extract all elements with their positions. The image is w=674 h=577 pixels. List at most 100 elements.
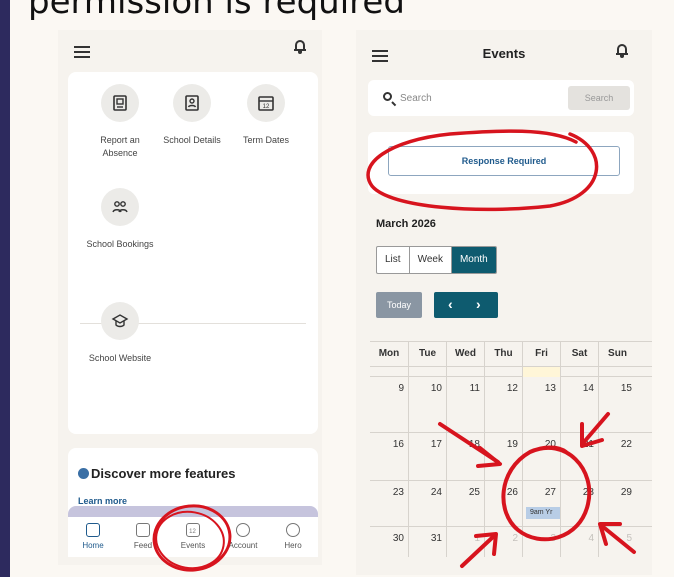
tab-events[interactable]: 12 Events [168,517,218,550]
calendar-event[interactable]: 9am Yr [526,507,560,519]
weekday-label: Wed [446,342,484,366]
calendar-day[interactable]: 31 [408,527,446,557]
calendar-day[interactable]: 10 [408,377,446,432]
calendar-day[interactable]: 29 [598,481,636,526]
response-required-button[interactable]: Response Required [388,146,620,176]
calendar-day[interactable]: 4 [560,527,598,557]
calendar-day[interactable]: 15 [598,377,636,432]
calendar-day[interactable] [408,367,446,376]
calendar-day[interactable]: 22 [598,433,636,480]
search-input[interactable] [400,88,558,108]
people-icon [101,188,139,226]
calendar-icon: 12 [247,84,285,122]
calendar-day[interactable]: 19 [484,433,522,480]
learn-more-link[interactable]: Learn more [78,496,127,506]
calendar-day[interactable]: 5 [598,527,636,557]
calendar-day[interactable]: 9 [370,377,408,432]
calendar-day[interactable] [560,367,598,376]
feature-label: School Bookings [86,239,154,249]
prev-month-button[interactable]: ‹ [448,296,453,312]
weekday-label: Thu [484,342,522,366]
calendar-day[interactable]: 1 [446,527,484,557]
tab-hero[interactable]: Hero [268,517,318,550]
calendar-day[interactable] [446,367,484,376]
calendar-day[interactable]: 16 [370,433,408,480]
feature-label: School Website [88,353,152,363]
view-list-button[interactable]: List [377,247,410,273]
today-button[interactable]: Today [376,292,422,318]
view-toggle: List Week Month [376,246,497,274]
features-card: Report an Absence School Details 12 Term… [68,72,318,434]
hero-icon [286,523,300,537]
page-title: Events [482,46,526,61]
canvas: permission is required Report an Absence… [10,0,674,577]
calendar-day[interactable] [522,367,560,377]
tab-home[interactable]: Home [68,517,118,550]
search-bar: Search [368,80,634,116]
tab-feed[interactable]: Feed [118,517,168,550]
weekday-label: Fri [522,342,560,366]
calendar-day[interactable]: 23 [370,481,408,526]
calendar-day[interactable]: 3 [522,527,560,557]
calendar-day[interactable]: 21 [560,433,598,480]
calendar-day[interactable]: 26 [484,481,522,526]
feature-label: School Details [163,135,221,145]
weekday-label: Tue [408,342,446,366]
calendar-week: 9 10 11 12 13 14 15 [370,377,652,433]
calendar-day[interactable]: 14 [560,377,598,432]
feature-school-details[interactable]: School Details [154,84,230,147]
contact-card-icon [173,84,211,122]
calendar-day[interactable]: 12 [484,377,522,432]
calendar-day[interactable] [370,367,408,376]
calendar-day[interactable]: 13 [522,377,560,432]
calendar-day[interactable] [598,367,636,376]
next-month-button[interactable]: › [476,296,481,312]
view-week-button[interactable]: Week [410,247,452,273]
feature-term-dates[interactable]: 12 Term Dates [228,84,304,147]
sparkle-icon [78,468,89,479]
calendar-day[interactable]: 2 [484,527,522,557]
feature-report-absence[interactable]: Report an Absence [82,84,158,160]
calendar-day[interactable]: 20 [522,433,560,480]
today-highlight [523,367,560,377]
calendar-day[interactable]: 30 [370,527,408,557]
feature-label: Report an Absence [100,135,140,158]
calendar-week: 16 17 18 19 20 21 22 [370,433,652,481]
view-month-button[interactable]: Month [451,247,496,273]
bell-icon[interactable] [294,40,306,54]
calendar-icon: 12 [186,523,200,537]
home-icon [86,523,100,537]
calendar-day[interactable]: 17 [408,433,446,480]
calendar-day[interactable]: 27 9am Yr [522,481,560,526]
calendar-grid: Mon Tue Wed Thu Fri Sat Sun 9 10 11 12 1… [370,341,652,557]
weekday-label: Sat [560,342,598,366]
weekday-label: Sun [598,342,636,366]
bell-icon[interactable] [616,44,628,58]
left-top-bar [58,30,322,72]
report-icon [101,84,139,122]
calendar-day[interactable]: 18 [446,433,484,480]
feature-school-bookings[interactable]: School Bookings [82,188,158,251]
response-card: Response Required [368,132,634,194]
calendar-day[interactable]: 24 [408,481,446,526]
search-icon [383,92,392,101]
feature-school-website[interactable]: School Website [82,302,158,365]
calendar-day[interactable]: 11 [446,377,484,432]
left-phone-screen: Report an Absence School Details 12 Term… [58,30,322,565]
weekday-header: Mon Tue Wed Thu Fri Sat Sun [370,341,652,367]
calendar-day[interactable]: 28 [560,481,598,526]
school-icon [101,302,139,340]
tab-account[interactable]: Account [218,517,268,550]
account-icon [236,523,250,537]
calendar-day[interactable] [484,367,522,376]
calendar-icon-day: 12 [263,104,270,110]
bottom-tab-bar: Home Feed 12 Events Account Hero [68,517,318,557]
hamburger-menu-icon[interactable] [74,46,90,58]
feature-label: Term Dates [242,135,289,145]
month-nav: ‹ › [434,292,498,318]
right-phone-screen: Events Search Response Required March 20… [356,30,652,575]
search-button[interactable]: Search [568,86,630,110]
calendar-day[interactable]: 25 [446,481,484,526]
month-label: March 2026 [376,218,436,230]
calendar-week: 23 24 25 26 27 9am Yr 28 29 [370,481,652,527]
